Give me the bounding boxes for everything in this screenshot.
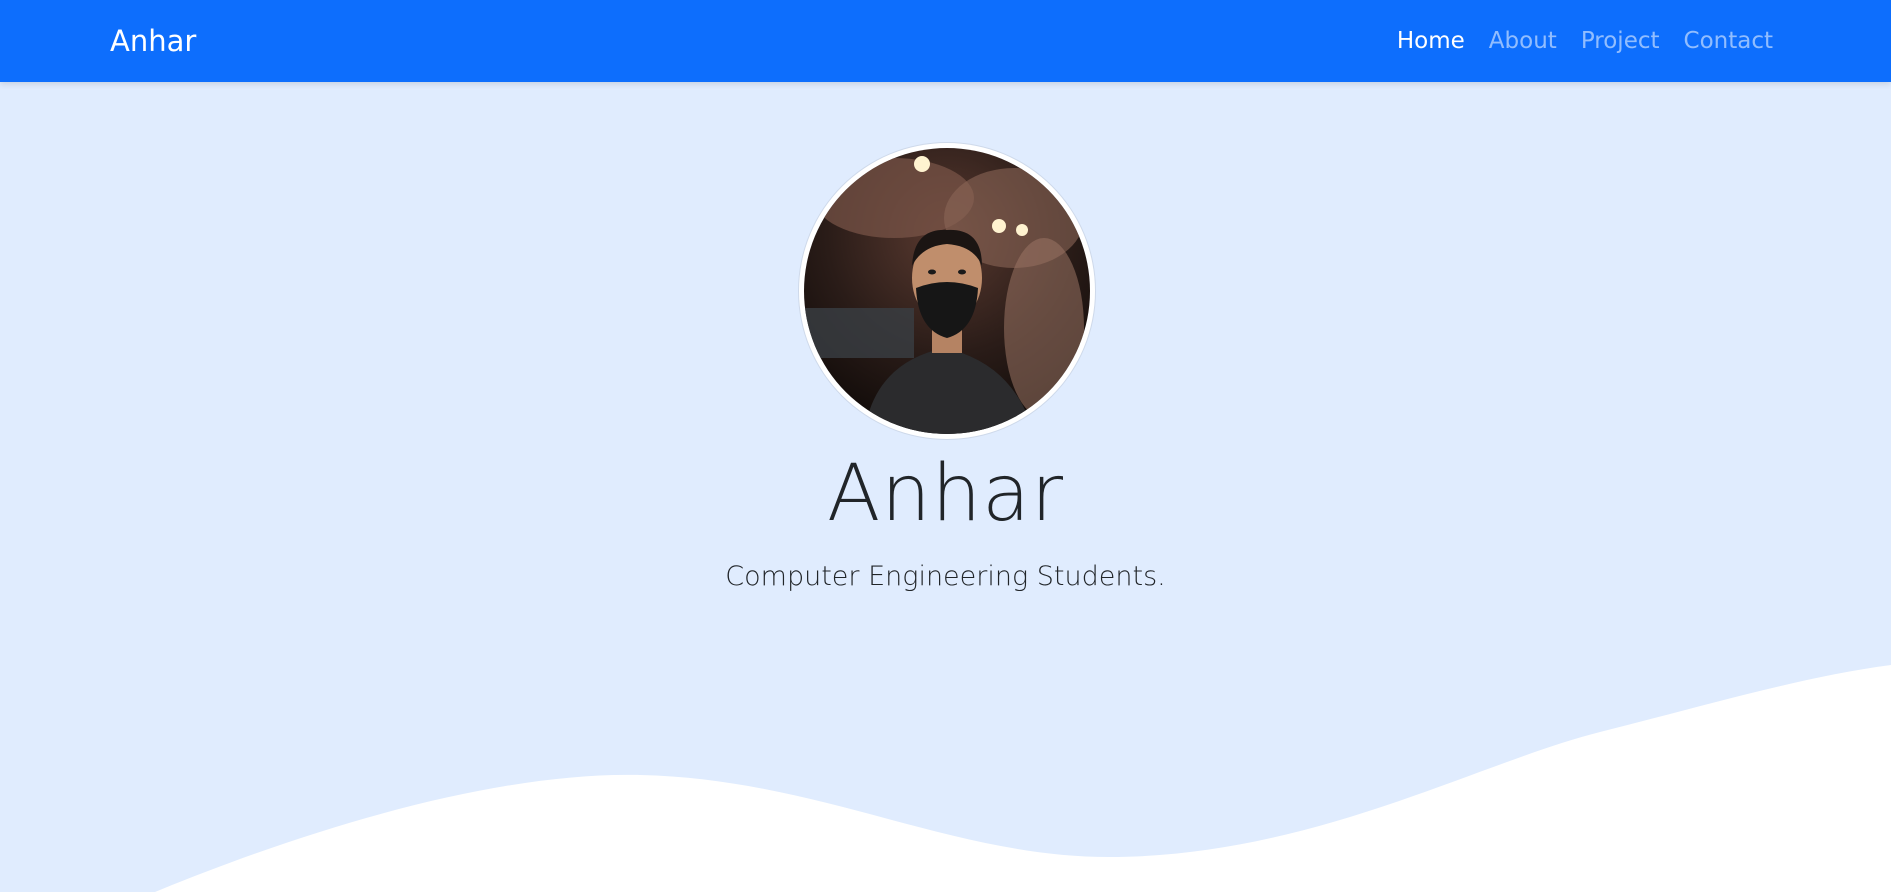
nav-link-contact[interactable]: Contact [1684, 28, 1773, 54]
nav-links: Home About Project Contact [1397, 0, 1773, 82]
nav-link-project[interactable]: Project [1581, 28, 1660, 54]
navbar: Anhar Home About Project Contact [0, 0, 1891, 82]
nav-link-home[interactable]: Home [1397, 28, 1465, 54]
hero-section: Anhar Computer Engineering Students. [0, 82, 1891, 892]
nav-link-about[interactable]: About [1489, 28, 1557, 54]
brand-link[interactable]: Anhar [110, 0, 196, 82]
hero-wave [155, 665, 1891, 892]
